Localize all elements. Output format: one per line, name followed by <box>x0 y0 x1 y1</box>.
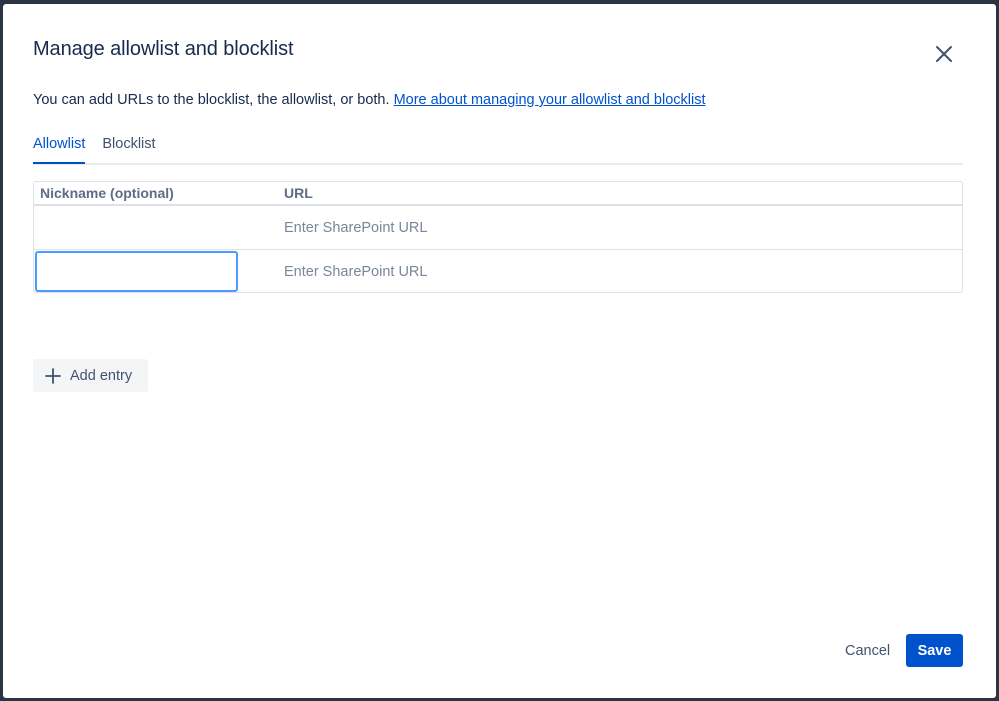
cancel-button[interactable]: Cancel <box>835 635 900 667</box>
close-button[interactable] <box>928 38 960 70</box>
nickname-input[interactable] <box>35 207 238 248</box>
column-header-nickname: Nickname (optional) <box>40 185 174 201</box>
plus-icon <box>45 367 61 384</box>
manage-lists-dialog: Manage allowlist and blocklist You can a… <box>3 4 996 698</box>
list-tabs: Allowlist Blocklist <box>33 135 963 165</box>
description-text: You can add URLs to the blocklist, the a… <box>33 92 390 108</box>
entries-table: Nickname (optional) URL <box>33 181 963 293</box>
dialog-title: Manage allowlist and blocklist <box>33 38 294 60</box>
tab-allowlist[interactable]: Allowlist <box>33 135 86 164</box>
close-icon <box>936 46 952 62</box>
learn-more-link[interactable]: More about managing your allowlist and b… <box>394 92 706 108</box>
save-button[interactable]: Save <box>906 634 963 667</box>
nickname-input[interactable] <box>35 251 238 292</box>
add-entry-label: Add entry <box>70 367 133 384</box>
url-input[interactable] <box>278 251 958 292</box>
table-row <box>34 250 962 294</box>
add-entry-button[interactable]: Add entry <box>33 359 148 392</box>
dialog-description: You can add URLs to the blocklist, the a… <box>33 92 705 108</box>
column-header-url: URL <box>284 185 313 201</box>
url-input[interactable] <box>278 207 958 248</box>
table-header: Nickname (optional) URL <box>34 182 962 206</box>
table-row <box>34 206 962 250</box>
tab-blocklist[interactable]: Blocklist <box>102 135 155 162</box>
